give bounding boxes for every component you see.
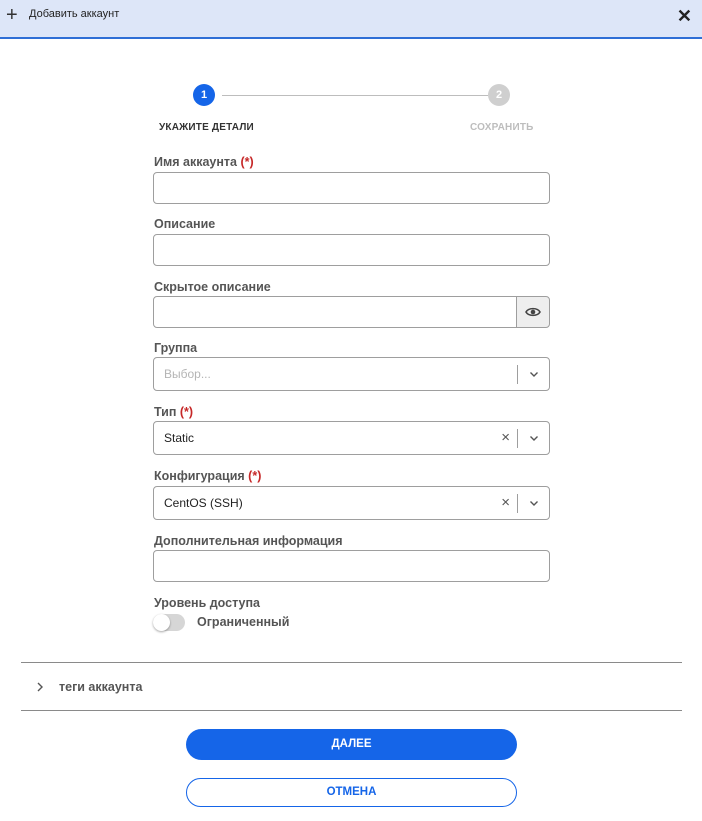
required-marker: (*) <box>248 469 262 483</box>
additional-info-label: Дополнительная информация <box>154 534 343 548</box>
eye-icon <box>525 307 541 317</box>
account-tags-expander[interactable]: теги аккаунта <box>21 663 682 710</box>
step-1-indicator: 1 <box>193 84 215 106</box>
hidden-description-input[interactable] <box>153 296 517 328</box>
group-select[interactable]: Выбор... <box>153 357 550 391</box>
next-button[interactable]: ДАЛЕЕ <box>186 729 517 760</box>
hidden-description-label: Скрытое описание <box>154 280 271 294</box>
group-label: Группа <box>154 341 198 355</box>
configuration-select[interactable]: CentOS (SSH) × <box>153 486 550 520</box>
access-level-label: Уровень доступа <box>154 596 260 610</box>
required-marker: (*) <box>240 155 254 169</box>
clear-icon[interactable]: × <box>501 429 510 447</box>
chevron-down-icon[interactable] <box>528 497 540 509</box>
dialog-title: Добавить аккаунт <box>29 8 120 20</box>
account-name-label: Имя аккаунта (*) <box>154 155 254 169</box>
close-icon[interactable]: ✕ <box>677 6 692 26</box>
select-separator <box>517 494 518 513</box>
step-1-label: УКАЖИТЕ ДЕТАЛИ <box>159 122 254 133</box>
select-separator <box>517 365 518 384</box>
account-tags-label: теги аккаунта <box>59 680 143 694</box>
configuration-value: CentOS (SSH) <box>164 496 243 510</box>
type-select[interactable]: Static × <box>153 421 550 455</box>
cancel-button[interactable]: ОТМЕНА <box>186 778 517 807</box>
additional-info-input[interactable] <box>153 550 550 582</box>
clear-icon[interactable]: × <box>501 494 510 512</box>
required-marker: (*) <box>179 405 194 419</box>
access-level-toggle-label: Ограниченный <box>197 615 290 629</box>
account-name-input[interactable] <box>153 172 550 204</box>
chevron-right-icon <box>37 682 43 692</box>
description-input[interactable] <box>153 234 550 266</box>
stepper-connector <box>222 95 488 96</box>
dialog-header: + Добавить аккаунт ✕ <box>0 0 702 39</box>
type-value: Static <box>164 431 195 445</box>
divider <box>21 710 682 711</box>
show-hidden-description-button[interactable] <box>516 296 550 328</box>
type-label: Тип (*) <box>154 405 194 419</box>
chevron-down-icon[interactable] <box>528 432 540 444</box>
plus-icon: + <box>6 4 18 26</box>
toggle-knob <box>153 614 170 631</box>
chevron-down-icon[interactable] <box>528 368 540 380</box>
description-label: Описание <box>154 217 216 231</box>
group-placeholder: Выбор... <box>164 367 211 381</box>
access-level-toggle[interactable] <box>153 614 185 631</box>
select-separator <box>517 429 518 448</box>
configuration-label: Конфигурация (*) <box>154 469 262 483</box>
step-2-label: СОХРАНИТЬ <box>470 122 534 133</box>
step-2-indicator: 2 <box>488 84 510 106</box>
